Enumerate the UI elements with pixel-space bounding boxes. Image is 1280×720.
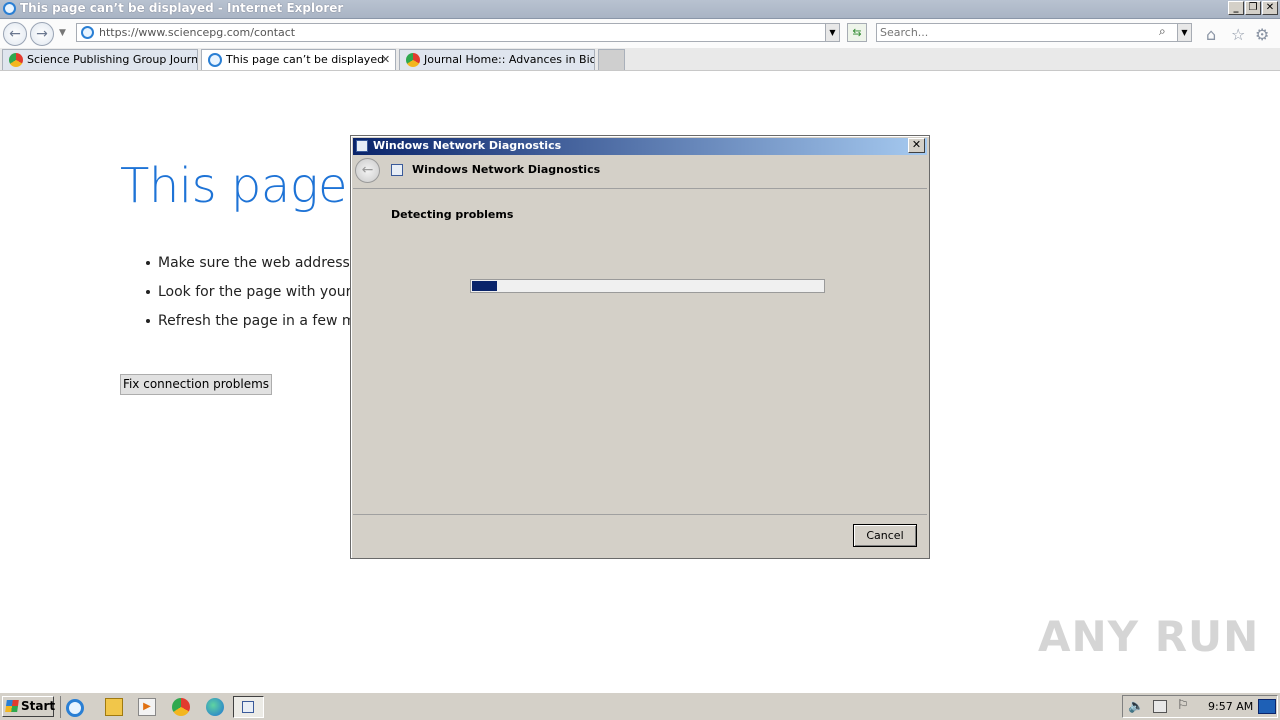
edge-icon[interactable] xyxy=(206,698,224,716)
back-button[interactable]: ← xyxy=(3,22,27,46)
dialog-content-panel xyxy=(353,188,927,515)
show-desktop-icon[interactable] xyxy=(1258,699,1276,714)
ie-tab-icon xyxy=(208,53,222,67)
tab-page-cant-be-displayed[interactable]: This page can’t be displayed ✕ xyxy=(201,49,396,70)
minimize-button[interactable]: _ xyxy=(1228,1,1244,15)
forward-button[interactable]: → xyxy=(30,22,54,46)
volume-icon[interactable]: 🔈 xyxy=(1128,699,1144,714)
dialog-close-button[interactable]: ✕ xyxy=(908,138,925,153)
taskbar-clock[interactable]: 9:57 AM xyxy=(1208,700,1253,713)
network-diagnostics-icon xyxy=(391,164,403,176)
dialog-back-button[interactable]: ← xyxy=(355,158,380,183)
bullet-item: Look for the page with your xyxy=(146,284,351,300)
progress-fill xyxy=(472,281,497,291)
bullet-item: Refresh the page in a few mi xyxy=(146,313,359,329)
dialog-title-bar: Windows Network Diagnostics xyxy=(353,138,927,155)
bullet-text: Look for the page with your xyxy=(158,284,352,300)
ie-taskbar-icon[interactable] xyxy=(66,699,84,717)
taskbar-network-diagnostics-button[interactable] xyxy=(233,696,264,718)
site-ie-icon xyxy=(81,26,94,39)
tab-journal-home[interactable]: Journal Home:: Advances in Bio... xyxy=(399,49,595,70)
science-publishing-favicon-icon xyxy=(406,53,420,67)
cancel-button[interactable]: Cancel xyxy=(853,524,917,547)
system-tray xyxy=(1122,695,1278,718)
start-button[interactable]: Start xyxy=(2,696,56,717)
fix-connection-problems-button[interactable]: Fix connection problems xyxy=(120,374,272,395)
explorer-folder-icon[interactable] xyxy=(105,698,123,716)
address-dropdown-button[interactable]: ▼ xyxy=(825,24,839,41)
tab-label: Journal Home:: Advances in Bio... xyxy=(424,53,595,66)
settings-gear-icon[interactable]: ⚙ xyxy=(1255,25,1269,44)
window-title: This page can’t be displayed - Internet … xyxy=(20,1,344,15)
forward-arrow-icon: → xyxy=(36,26,48,42)
progress-bar xyxy=(470,279,825,293)
restore-button[interactable]: ❐ xyxy=(1245,1,1261,15)
bullet-item: Make sure the web address h xyxy=(146,255,363,271)
bullet-dot xyxy=(146,261,150,265)
tab-close-icon[interactable]: ✕ xyxy=(381,53,390,66)
bullet-dot xyxy=(146,319,150,323)
network-diagnostics-icon xyxy=(242,701,254,713)
dialog-header: Windows Network Diagnostics xyxy=(412,163,601,176)
network-diagnostics-icon xyxy=(356,140,368,152)
refresh-icon: ⇆ xyxy=(852,26,862,39)
network-tray-icon[interactable] xyxy=(1153,700,1167,713)
anyrun-watermark: ANY RUN xyxy=(1038,612,1260,661)
address-bar[interactable]: https://www.sciencepg.com/contact ▼ xyxy=(76,23,840,42)
media-player-icon[interactable]: ▶ xyxy=(138,698,156,716)
search-box[interactable]: ⌕ ▼ xyxy=(876,23,1192,42)
home-icon[interactable]: ⌂ xyxy=(1206,25,1216,44)
url-text[interactable]: https://www.sciencepg.com/contact xyxy=(99,26,295,39)
bullet-dot xyxy=(146,290,150,294)
tab-label: Science Publishing Group Journa... xyxy=(27,53,198,66)
taskbar-divider xyxy=(60,696,61,718)
close-button[interactable]: ✕ xyxy=(1262,1,1278,15)
search-input[interactable] xyxy=(880,25,1150,39)
science-publishing-favicon-icon xyxy=(9,53,23,67)
dialog-title: Windows Network Diagnostics xyxy=(373,139,562,152)
new-tab-button[interactable] xyxy=(598,49,625,70)
page-title: This page c xyxy=(120,158,388,214)
chrome-icon[interactable] xyxy=(172,698,190,716)
detecting-status: Detecting problems xyxy=(391,208,514,221)
taskbar xyxy=(0,692,1280,720)
refresh-button[interactable]: ⇆ xyxy=(847,23,867,42)
history-dropdown-icon[interactable]: ▼ xyxy=(59,28,66,38)
start-label: Start xyxy=(21,699,56,713)
windows-logo-icon xyxy=(5,700,19,712)
tab-label: This page can’t be displayed xyxy=(226,53,385,66)
search-dropdown-button[interactable]: ▼ xyxy=(1177,24,1191,41)
action-center-flag-icon[interactable]: ⚐ xyxy=(1177,698,1189,713)
ie-icon xyxy=(3,2,16,15)
search-icon[interactable]: ⌕ xyxy=(1159,24,1166,39)
tab-science-publishing[interactable]: Science Publishing Group Journa... xyxy=(2,49,198,70)
favorites-star-icon[interactable]: ☆ xyxy=(1231,25,1245,44)
back-arrow-icon: ← xyxy=(361,162,374,178)
ie-title-bar: This page can’t be displayed - Internet … xyxy=(0,0,1280,19)
bullet-text: Make sure the web address h xyxy=(158,255,364,271)
back-arrow-icon: ← xyxy=(9,26,21,42)
bullet-text: Refresh the page in a few mi xyxy=(158,313,360,329)
